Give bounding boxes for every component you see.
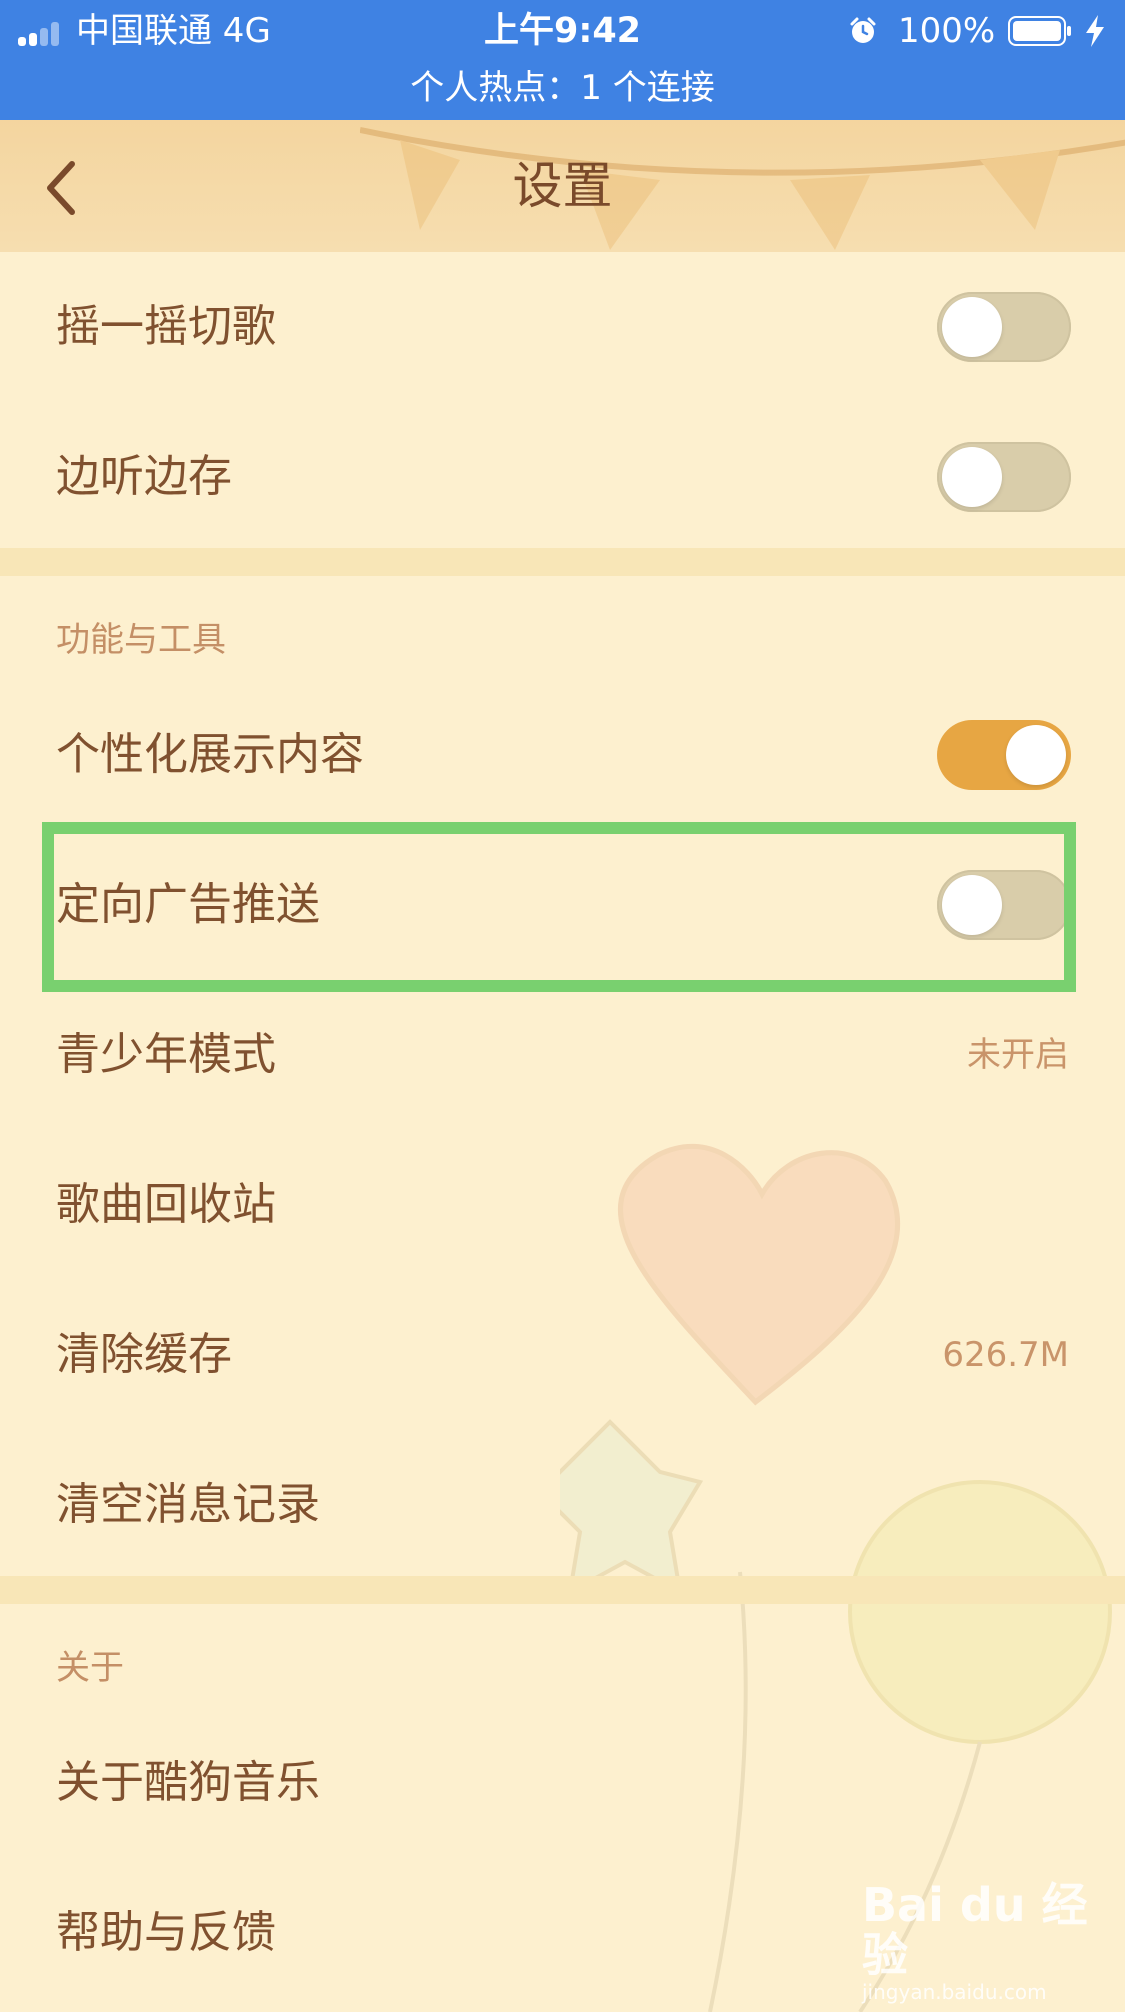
- setting-row-shake[interactable]: 摇一摇切歌: [0, 252, 1125, 402]
- setting-label: 清除缓存: [56, 1329, 232, 1380]
- setting-label: 青少年模式: [56, 1029, 276, 1080]
- watermark-logo: Bai du 经验: [862, 1878, 1088, 1982]
- page-title: 设置: [512, 157, 613, 215]
- watermark-url: jingyan.baidu.com: [862, 1980, 1047, 2004]
- section-title-about: 关于: [56, 1648, 124, 1688]
- setting-row-cache-while-listening[interactable]: 边听边存: [0, 402, 1125, 552]
- section-divider: [0, 548, 1125, 576]
- nav-header: 设置: [0, 120, 1125, 252]
- status-bar: 中国联通 4G 上午9:42 100% 个人热点：1 个连接: [0, 0, 1125, 120]
- toggle-knob: [942, 297, 1002, 357]
- highlight-box: [42, 822, 1076, 992]
- cache-while-listening-toggle[interactable]: [937, 442, 1071, 512]
- section-divider: [0, 1576, 1125, 1604]
- shake-toggle[interactable]: [937, 292, 1071, 362]
- setting-row-teen-mode[interactable]: 青少年模式 未开启: [0, 980, 1125, 1130]
- cache-size: 626.7M: [942, 1335, 1069, 1375]
- battery-icon: [1008, 16, 1071, 46]
- setting-label: 关于酷狗音乐: [56, 1757, 320, 1808]
- setting-label: 帮助与反馈: [56, 1907, 276, 1958]
- hotspot-banner[interactable]: 个人热点：1 个连接: [0, 62, 1125, 114]
- setting-label: 个性化展示内容: [56, 729, 364, 780]
- setting-label: 摇一摇切歌: [56, 301, 276, 352]
- personalized-content-toggle[interactable]: [937, 720, 1071, 790]
- alarm-icon: [850, 17, 876, 43]
- setting-row-clear-cache[interactable]: 清除缓存 626.7M: [0, 1280, 1125, 1430]
- setting-label: 歌曲回收站: [56, 1179, 276, 1230]
- setting-row-personalized-content[interactable]: 个性化展示内容: [0, 680, 1125, 830]
- setting-label: 边听边存: [56, 451, 232, 502]
- toggle-knob: [942, 447, 1002, 507]
- settings-list: 摇一摇切歌 边听边存 功能与工具 个性化展示内容 定向广告推送 青少年模式 未开…: [0, 252, 1125, 2012]
- teen-mode-status: 未开启: [967, 1035, 1069, 1075]
- setting-label: 清空消息记录: [56, 1479, 320, 1530]
- toggle-knob: [1006, 725, 1066, 785]
- battery-percentage: 100%: [898, 11, 996, 51]
- baidu-watermark: Bai du 经验 jingyan.baidu.com: [862, 1880, 1125, 2004]
- charging-icon: [1086, 15, 1104, 47]
- section-title-tools: 功能与工具: [56, 620, 226, 660]
- setting-row-about[interactable]: 关于酷狗音乐: [0, 1708, 1125, 1858]
- setting-row-clear-messages[interactable]: 清空消息记录: [0, 1430, 1125, 1580]
- setting-row-recycle-bin[interactable]: 歌曲回收站: [0, 1130, 1125, 1280]
